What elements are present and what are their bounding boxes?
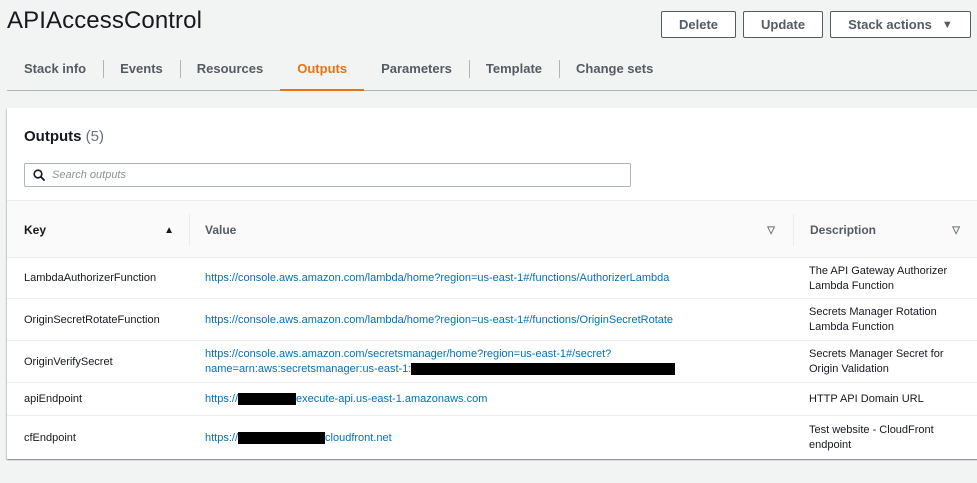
column-header-value[interactable]: Value ▽	[205, 201, 775, 259]
output-description: Secrets Manager Rotation Lambda Function	[809, 306, 937, 333]
column-divider	[793, 214, 794, 246]
redaction-bar	[238, 431, 326, 444]
search-input[interactable]	[52, 169, 612, 181]
output-value: https://console.aws.amazon.com/lambda/ho…	[205, 300, 765, 340]
output-key: apiEndpoint	[24, 393, 83, 405]
table-row: apiEndpoint https:// execute-api.us-east-…	[7, 384, 977, 416]
stack-tabs: Stack info Events Resources Outputs Para…	[7, 47, 977, 91]
output-value: https://console.aws.amazon.com/lambda/ho…	[205, 259, 765, 298]
output-value-link[interactable]: https:// cloudfront.net	[205, 431, 392, 446]
sort-ascending-icon[interactable]: ▲	[164, 225, 174, 236]
output-value-suffix: cloudfront.net	[325, 431, 392, 444]
output-value: https:// execute-api.us-east-1.amazonaws.…	[205, 384, 765, 415]
output-value: https:// cloudfront.net	[205, 417, 765, 459]
output-value-link[interactable]: https://console.aws.amazon.com/lambda/ho…	[205, 271, 669, 286]
output-key: cfEndpoint	[24, 431, 76, 444]
table-row: OriginVerifySecret https://console.aws.a…	[7, 342, 977, 383]
output-value-link[interactable]: https://console.aws.amazon.com/secretsma…	[205, 347, 676, 377]
column-header-key[interactable]: Key ▲	[24, 201, 174, 259]
sort-icon[interactable]: ▽	[767, 225, 775, 236]
table-header: Key ▲ Value ▽ Description ▽	[7, 200, 977, 258]
tab-outputs[interactable]: Outputs	[280, 47, 364, 91]
tab-stack-info[interactable]: Stack info	[7, 47, 103, 90]
output-value-line1: https://console.aws.amazon.com/secretsma…	[205, 348, 612, 360]
column-description-label: Description	[810, 223, 877, 237]
table-row: OriginSecretRotateFunction https://conso…	[7, 300, 977, 341]
sort-icon[interactable]: ▽	[952, 225, 960, 236]
tab-parameters[interactable]: Parameters	[364, 47, 469, 90]
redaction-bar	[238, 393, 297, 406]
delete-button[interactable]: Delete	[661, 11, 737, 38]
column-divider	[189, 214, 190, 246]
outputs-title: Outputs	[24, 128, 82, 145]
outputs-panel: Outputs (5) Key ▲ Value ▽ Description ▽ …	[7, 108, 977, 459]
tab-events[interactable]: Events	[103, 47, 180, 90]
outputs-count: (5)	[85, 128, 105, 145]
stack-actions-label: Stack actions	[848, 17, 932, 32]
stack-actions-toolbar: Delete Update Stack actions ▼	[661, 11, 977, 38]
output-key: OriginVerifySecret	[24, 355, 113, 368]
output-value-suffix: execute-api.us-east-1.amazonaws.com	[296, 393, 488, 405]
output-value-prefix: https://	[205, 393, 239, 405]
stack-actions-button[interactable]: Stack actions ▼	[830, 11, 971, 38]
column-value-label: Value	[205, 223, 237, 237]
output-value-prefix: https://	[205, 431, 239, 444]
table-row: cfEndpoint https:// cloudfront.net Test w…	[7, 417, 977, 459]
table-row: LambdaAuthorizerFunction https://console…	[7, 259, 977, 299]
output-description: Secrets Manager Secret for Origin Valida…	[809, 348, 944, 375]
output-value: https://console.aws.amazon.com/secretsma…	[205, 342, 765, 382]
column-header-description[interactable]: Description ▽	[810, 201, 960, 259]
output-description: The API Gateway Authorizer Lambda Functi…	[809, 264, 948, 292]
output-value-line2: name=arn:aws:secretsmanager:us-east-1:	[205, 363, 412, 375]
output-value-link[interactable]: https://console.aws.amazon.com/lambda/ho…	[205, 313, 673, 328]
caret-down-icon: ▼	[941, 18, 953, 31]
column-key-label: Key	[24, 223, 47, 237]
output-description: Test website - CloudFront endpoint	[809, 424, 934, 451]
output-key: OriginSecretRotateFunction	[24, 313, 160, 326]
tab-change-sets[interactable]: Change sets	[559, 47, 670, 90]
redaction-bar	[411, 363, 676, 376]
output-description: HTTP API Domain URL	[809, 393, 924, 405]
update-button[interactable]: Update	[743, 11, 824, 38]
page-title: APIAccessControl	[7, 7, 203, 34]
search-box[interactable]	[24, 163, 631, 187]
tab-resources[interactable]: Resources	[179, 47, 280, 90]
outputs-heading: Outputs (5)	[24, 128, 104, 145]
tab-template[interactable]: Template	[468, 47, 559, 90]
output-key: LambdaAuthorizerFunction	[24, 272, 157, 284]
search-icon	[33, 169, 45, 181]
output-value-link[interactable]: https:// execute-api.us-east-1.amazonaws.…	[205, 392, 487, 407]
